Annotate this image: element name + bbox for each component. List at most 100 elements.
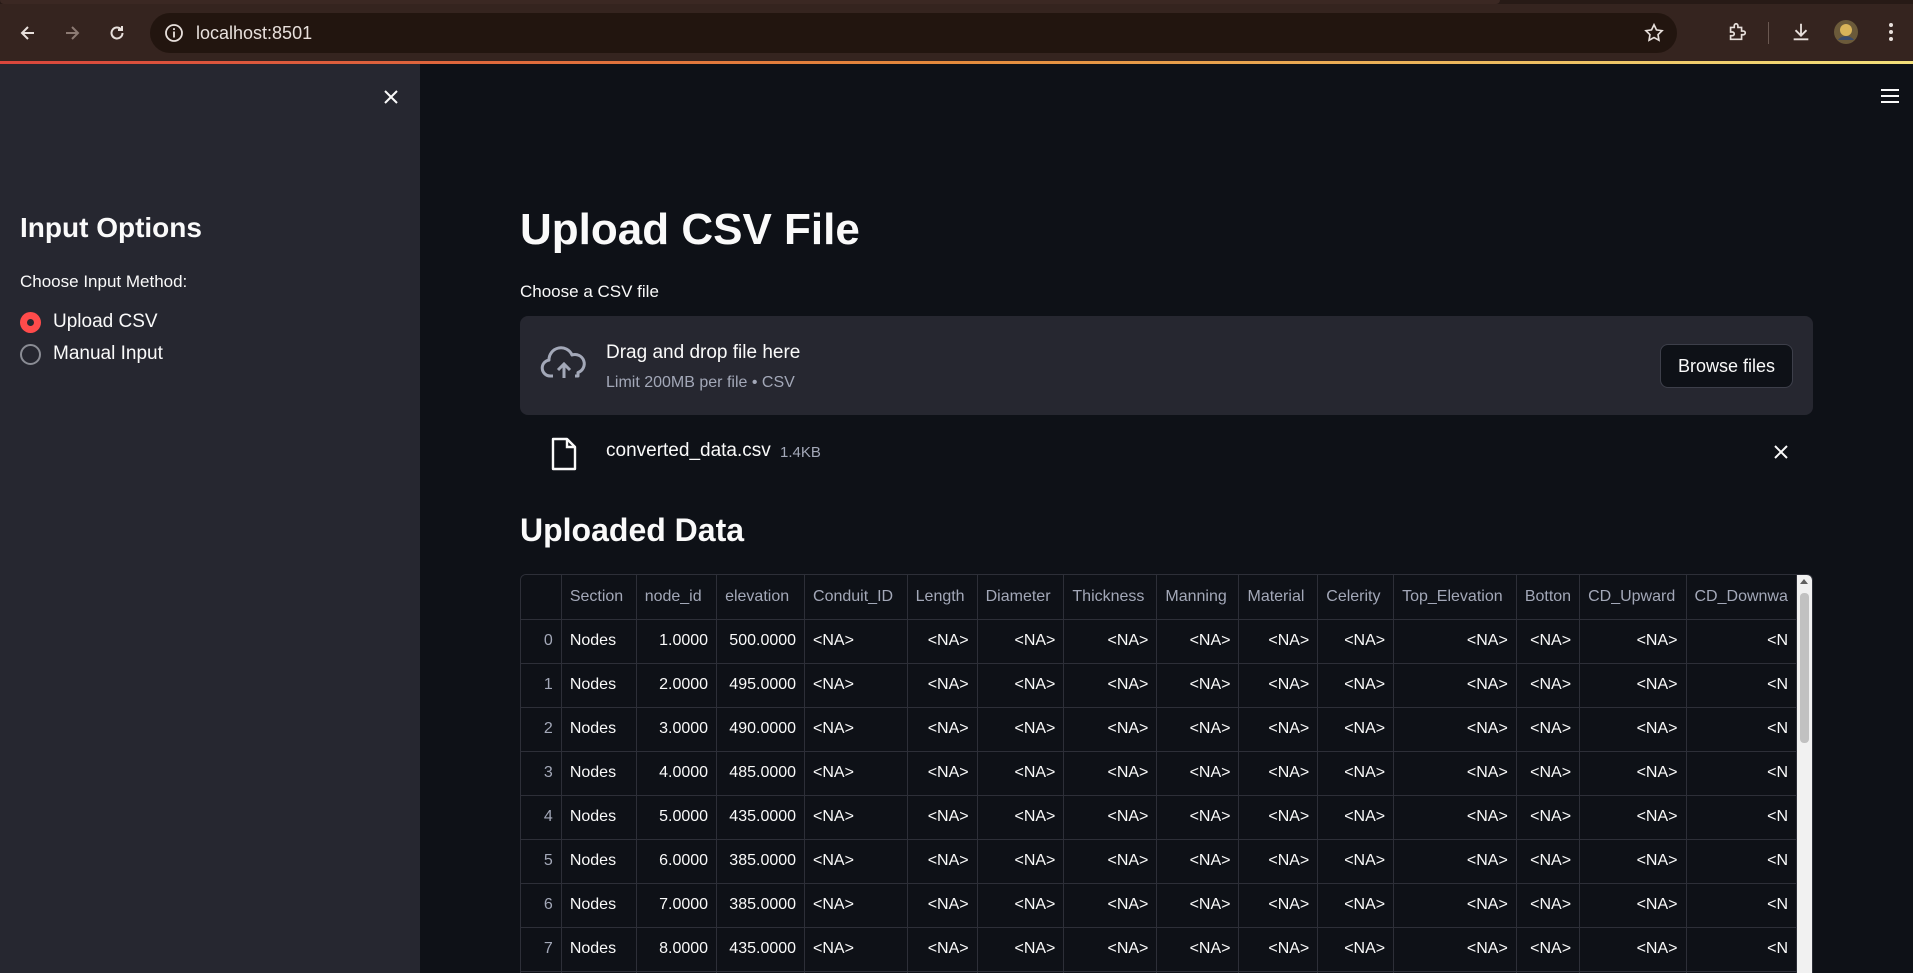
table-cell[interactable]: 2.0000 [636,663,718,708]
browse-files-button[interactable]: Browse files [1660,344,1793,388]
table-cell[interactable]: <NA> [977,927,1065,972]
table-cell[interactable]: <NA> [804,839,908,884]
table-cell[interactable]: <NA> [1579,663,1687,708]
table-cell[interactable]: <NA> [1063,663,1158,708]
table-cell[interactable]: <NA> [804,707,908,752]
table-cell[interactable]: <NA> [1063,839,1158,884]
downloads-button[interactable] [1786,17,1816,47]
table-cell[interactable]: <NA> [1393,927,1517,972]
table-cell[interactable]: <NA> [907,795,978,840]
column-header[interactable]: Material [1238,575,1319,620]
table-cell[interactable]: <NA> [1317,663,1395,708]
table-cell[interactable]: <NA> [1156,795,1240,840]
table-cell[interactable]: <NA> [907,883,978,928]
table-cell[interactable]: <NA> [977,619,1065,664]
table-cell[interactable]: <NA> [1393,795,1517,840]
back-button[interactable] [12,17,44,49]
table-cell[interactable]: <NA> [804,883,908,928]
active-tab[interactable] [0,0,1500,4]
table-cell[interactable]: <NA> [1393,883,1517,928]
table-cell[interactable]: <NA> [1156,619,1240,664]
table-cell[interactable]: 385.0000 [716,839,806,884]
reload-button[interactable] [101,17,133,49]
scroll-up-arrow-icon[interactable] [1800,579,1808,584]
column-header[interactable]: Diameter [977,575,1065,620]
table-cell[interactable]: <NA> [1238,795,1319,840]
table-cell[interactable]: <NA> [1393,619,1517,664]
column-header[interactable]: CD_Upward [1579,575,1687,620]
address-bar[interactable]: localhost:8501 [150,13,1677,53]
table-cell[interactable]: <NA> [1063,795,1158,840]
table-cell[interactable]: <NA> [1156,707,1240,752]
table-cell[interactable]: <NA> [977,883,1065,928]
table-cell[interactable]: <NA> [1516,619,1581,664]
table-cell[interactable]: 7.0000 [636,883,718,928]
table-cell[interactable]: <NA> [1317,795,1395,840]
table-cell[interactable]: <NA> [1317,883,1395,928]
table-cell[interactable]: <N [1686,795,1797,840]
table-cell[interactable]: Nodes [561,839,637,884]
table-cell[interactable]: <NA> [907,663,978,708]
column-header[interactable]: Thickness [1063,575,1158,620]
table-cell[interactable]: <NA> [1579,927,1687,972]
table-cell[interactable]: <NA> [1238,927,1319,972]
table-cell[interactable]: <NA> [907,751,978,796]
table-cell[interactable]: <NA> [1579,751,1687,796]
table-cell[interactable]: <NA> [1579,795,1687,840]
table-cell[interactable]: <NA> [1238,619,1319,664]
table-cell[interactable]: 435.0000 [716,927,806,972]
table-cell[interactable]: <NA> [1393,751,1517,796]
table-cell[interactable]: <NA> [1156,663,1240,708]
column-header[interactable]: Length [907,575,978,620]
table-cell[interactable]: <NA> [1063,619,1158,664]
table-cell[interactable]: <NA> [1579,883,1687,928]
table-cell[interactable]: 6.0000 [636,839,718,884]
table-cell[interactable]: <NA> [1579,707,1687,752]
radio-manual-input[interactable]: Manual Input [20,341,163,367]
table-cell[interactable]: <NA> [1393,707,1517,752]
table-cell[interactable]: 495.0000 [716,663,806,708]
table-cell[interactable]: <NA> [804,663,908,708]
table-cell[interactable]: <NA> [1516,795,1581,840]
table-cell[interactable]: <NA> [1063,751,1158,796]
table-cell[interactable]: 385.0000 [716,883,806,928]
profile-button[interactable] [1831,17,1861,47]
table-cell[interactable]: <NA> [804,619,908,664]
column-header[interactable] [521,575,562,620]
column-header[interactable]: CD_Downwa [1686,575,1797,620]
table-cell[interactable]: <NA> [977,707,1065,752]
table-cell[interactable]: <N [1686,927,1797,972]
table-cell[interactable]: 8.0000 [636,927,718,972]
table-cell[interactable]: Nodes [561,707,637,752]
column-header[interactable]: Section [561,575,637,620]
column-header[interactable]: node_id [636,575,718,620]
table-cell[interactable]: 490.0000 [716,707,806,752]
table-cell[interactable]: <NA> [907,927,978,972]
table-cell[interactable]: <NA> [977,663,1065,708]
table-cell[interactable]: <N [1686,707,1797,752]
table-cell[interactable]: <NA> [1516,707,1581,752]
table-cell[interactable]: 435.0000 [716,795,806,840]
table-cell[interactable]: Nodes [561,795,637,840]
table-cell[interactable]: <NA> [1516,883,1581,928]
table-cell[interactable]: <NA> [1156,839,1240,884]
site-info-icon[interactable] [164,23,184,43]
file-dropzone[interactable]: Drag and drop file here Limit 200MB per … [520,316,1813,415]
table-cell[interactable]: <NA> [1156,751,1240,796]
table-cell[interactable]: <N [1686,663,1797,708]
table-cell[interactable]: <NA> [1063,883,1158,928]
table-cell[interactable]: <NA> [1317,751,1395,796]
table-cell[interactable]: 485.0000 [716,751,806,796]
table-cell[interactable]: <NA> [1063,927,1158,972]
table-cell[interactable]: Nodes [561,663,637,708]
table-cell[interactable]: <NA> [1317,619,1395,664]
table-cell[interactable]: <NA> [1579,839,1687,884]
table-cell[interactable]: <NA> [804,751,908,796]
table-cell[interactable]: <NA> [907,839,978,884]
radio-upload-csv[interactable]: Upload CSV [20,309,158,335]
table-cell[interactable]: <NA> [1238,883,1319,928]
table-cell[interactable]: <NA> [1516,927,1581,972]
column-header[interactable]: Botton [1516,575,1581,620]
table-cell[interactable]: <NA> [977,795,1065,840]
table-cell[interactable]: <NA> [1317,707,1395,752]
